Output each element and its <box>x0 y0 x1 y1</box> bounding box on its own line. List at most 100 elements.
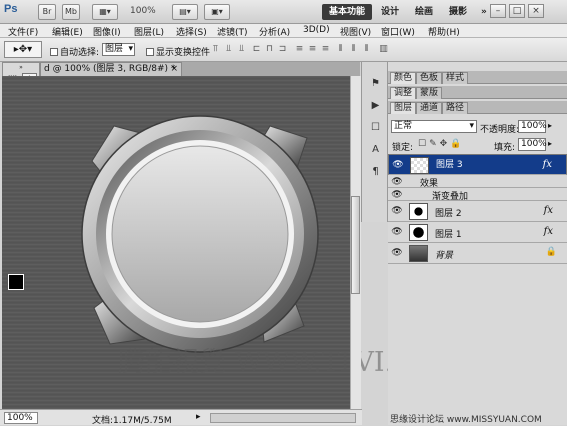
menu-edit[interactable]: 编辑(E) <box>52 25 83 38</box>
effects-eye-icon[interactable]: 👁 <box>391 176 403 188</box>
blend-mode-dropdown[interactable]: 正常 ▾ <box>391 120 477 133</box>
lock-options-icons[interactable]: ☐✎✥🔒 <box>418 139 464 149</box>
align-vcenter-icon[interactable]: ⫫ <box>223 44 234 55</box>
lock-label: 锁定: <box>392 143 414 153</box>
menu-window[interactable]: 窗口(W) <box>381 25 415 38</box>
workspace-photography-button[interactable]: 摄影 <box>444 4 472 20</box>
menu-image[interactable]: 图像(I) <box>93 25 121 38</box>
layer-effects-icon[interactable]: fx <box>544 226 553 237</box>
menu-help[interactable]: 帮助(H) <box>428 25 460 38</box>
adjustments-panel-group: 调整 蒙版 <box>388 86 567 99</box>
tab-color[interactable]: 颜色 <box>390 72 417 84</box>
lock-icon: 🔒 <box>545 247 557 257</box>
visibility-eye-icon[interactable]: 👁 <box>391 247 403 259</box>
panel-icon-dock: ⚑ ▶ ☐ A ¶ <box>361 62 388 222</box>
distribute-right-icon[interactable]: ⦀ <box>361 44 372 55</box>
tab-channels[interactable]: 通道 <box>416 102 443 114</box>
layer-row[interactable]: 👁 图层 1 fx <box>388 222 567 243</box>
horizontal-scrollbar[interactable] <box>210 413 356 423</box>
vertical-scrollbar-thumb[interactable] <box>351 196 360 294</box>
layer-thumbnail <box>409 203 428 220</box>
menu-3d[interactable]: 3D(D) <box>303 25 330 35</box>
workspace-painting-button[interactable]: 绘画 <box>410 4 438 20</box>
visibility-eye-icon[interactable]: 👁 <box>392 159 404 171</box>
restore-button[interactable]: □ <box>509 4 525 18</box>
visibility-eye-icon[interactable]: 👁 <box>391 205 403 217</box>
paragraph-panel-icon[interactable]: ¶ <box>368 164 383 179</box>
layer-row[interactable]: 👁 图层 3 fx <box>388 154 567 175</box>
menu-analysis[interactable]: 分析(A) <box>259 25 290 38</box>
opacity-slider-arrow[interactable]: ▸ <box>548 121 552 130</box>
site-credit-text: 思缘设计论坛 www.MISSYUAN.COM <box>390 415 542 425</box>
status-menu-arrow-icon[interactable]: ▸ <box>196 412 201 422</box>
layer-name: 图层 3 <box>436 160 463 170</box>
workspace-design-button[interactable]: 设计 <box>376 4 404 20</box>
tab-adjustments[interactable]: 调整 <box>390 87 417 99</box>
layer-thumbnail <box>409 245 428 262</box>
workspace-essentials-button[interactable]: 基本功能 <box>322 4 372 20</box>
align-left-icon[interactable]: ⊏ <box>251 44 262 55</box>
gradient-overlay-effect-row[interactable]: 👁 渐变叠加 <box>388 188 567 202</box>
window-controls: – □ × <box>490 4 564 20</box>
distribute-left-icon[interactable]: ⦀ <box>335 44 346 55</box>
distribute-top-icon[interactable]: ≡ <box>294 44 305 55</box>
layer-effects-icon[interactable]: fx <box>543 159 552 170</box>
layer-row[interactable]: 👁 背景 🔒 <box>388 243 567 264</box>
tool-preset-picker[interactable]: ▸✥▾ <box>4 41 42 58</box>
layer-effects-icon[interactable]: fx <box>544 205 553 216</box>
fill-slider-arrow[interactable]: ▸ <box>548 139 552 148</box>
screen-mode-dropdown[interactable]: ▣▾ <box>204 4 230 20</box>
opacity-label: 不透明度: <box>480 125 520 135</box>
tab-styles[interactable]: 样式 <box>442 72 469 84</box>
tool-presets-panel-icon[interactable]: ☐ <box>368 120 383 135</box>
actions-panel-icon[interactable]: ▶ <box>368 98 383 113</box>
view-extras-dropdown[interactable]: ▦▾ <box>92 4 118 20</box>
align-top-icon[interactable]: ⫪ <box>210 44 221 55</box>
distribute-bottom-icon[interactable]: ≡ <box>320 44 331 55</box>
minimize-button[interactable]: – <box>490 4 506 18</box>
menu-select[interactable]: 选择(S) <box>176 25 207 38</box>
zoom-level-dropdown[interactable]: 100% <box>130 6 156 16</box>
status-zoom-field[interactable]: 100% <box>4 412 38 424</box>
arrange-documents-dropdown[interactable]: ▤▾ <box>172 4 198 20</box>
layer-thumbnail <box>409 224 428 241</box>
distribute-vcenter-icon[interactable]: ≡ <box>307 44 318 55</box>
menu-layer[interactable]: 图层(L) <box>134 25 164 38</box>
menu-filter[interactable]: 滤镜(T) <box>217 25 248 38</box>
gradient-overlay-eye-icon[interactable]: 👁 <box>391 189 403 201</box>
tab-swatches[interactable]: 色板 <box>416 72 443 84</box>
layers-panel: 正常 ▾ 不透明度: 100% ▸ 锁定: ☐✎✥🔒 填充: 100% ▸ 👁 图… <box>388 116 567 425</box>
fill-input[interactable]: 100% <box>518 138 547 151</box>
toolbox-collapse-handle[interactable]: » <box>5 65 37 71</box>
visibility-eye-icon[interactable]: 👁 <box>391 226 403 238</box>
document-tab-close[interactable]: × <box>170 63 178 76</box>
layer-name: 图层 2 <box>435 209 462 219</box>
layer-name: 背景 <box>435 251 454 261</box>
bridge-button[interactable]: Br <box>38 4 56 20</box>
right-panels: 颜色 色板 样式 调整 蒙版 图层 通道 路径 正常 ▾ 不透明度: 100% ▸… <box>388 62 567 425</box>
auto-align-layers-icon[interactable]: ▥ <box>378 44 389 55</box>
align-bottom-icon[interactable]: ⫫ <box>236 44 247 55</box>
tab-layers[interactable]: 图层 <box>390 102 417 114</box>
tab-masks[interactable]: 蒙版 <box>416 87 443 99</box>
show-transform-controls-checkbox[interactable]: 显示变换控件 <box>146 45 210 58</box>
align-hcenter-icon[interactable]: ⊓ <box>264 44 275 55</box>
status-bar: 100% 文档:1.17M/5.75M ▸ <box>0 409 362 426</box>
tab-paths[interactable]: 路径 <box>442 102 469 114</box>
layer-row[interactable]: 👁 图层 2 fx <box>388 201 567 222</box>
document-tab[interactable]: d @ 100% (图层 3, RGB/8#) * × <box>40 62 182 76</box>
align-right-icon[interactable]: ⊐ <box>277 44 288 55</box>
history-panel-icon[interactable]: ⚑ <box>368 76 383 91</box>
auto-select-checkbox[interactable]: 自动选择: <box>50 45 99 58</box>
opacity-input[interactable]: 100% <box>518 120 547 133</box>
layer-effects-row[interactable]: 👁 效果 <box>388 175 567 189</box>
fill-label: 填充: <box>494 143 516 153</box>
menu-view[interactable]: 视图(V) <box>340 25 371 38</box>
close-button[interactable]: × <box>528 4 544 18</box>
auto-select-target-dropdown[interactable]: 图层 ▾ <box>102 43 135 56</box>
menu-file[interactable]: 文件(F) <box>8 25 38 38</box>
foreground-color-swatch[interactable] <box>8 274 24 290</box>
distribute-hcenter-icon[interactable]: ⦀ <box>348 44 359 55</box>
character-panel-icon[interactable]: A <box>368 142 383 157</box>
minibridge-button[interactable]: Mb <box>62 4 80 20</box>
